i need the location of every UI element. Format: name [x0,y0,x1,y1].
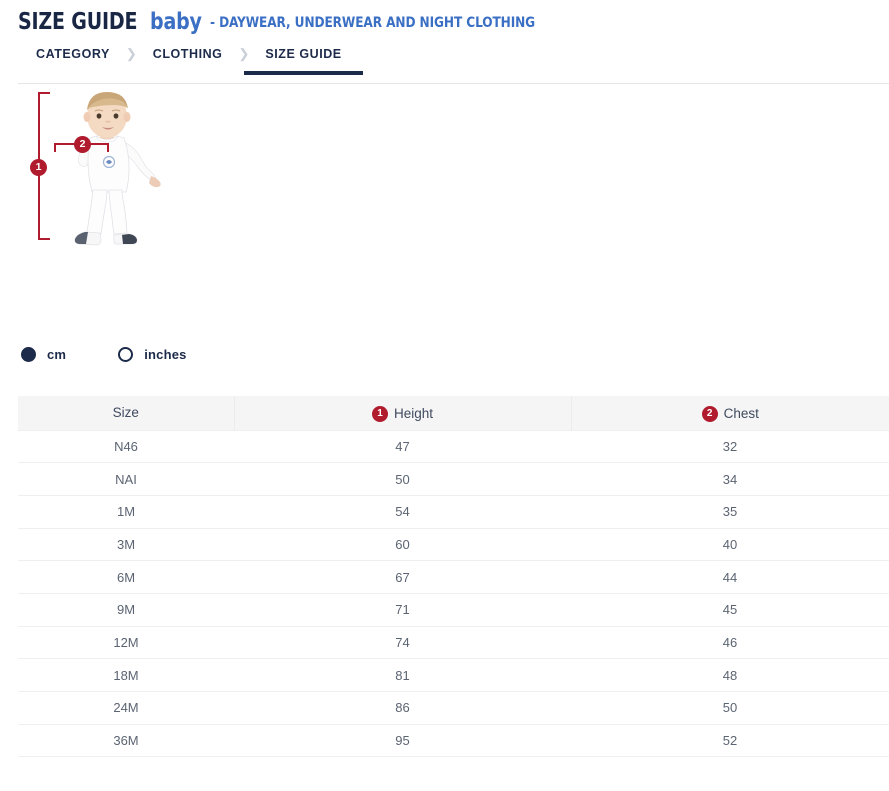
cell-chest: 34 [571,463,889,496]
table-row: NAI 50 34 [18,463,889,496]
unit-option-inches[interactable]: inches [118,347,186,362]
size-table-head: Size 1 Height 2 Chest [18,396,889,430]
cell-size: NAI [18,463,234,496]
size-table: Size 1 Height 2 Chest [18,396,889,757]
breadcrumb-list: CATEGORY ❯ CLOTHING ❯ SIZE GUIDE [0,48,889,84]
table-row: 6M 67 44 [18,561,889,594]
table-row: 9M 71 45 [18,593,889,626]
cell-chest: 45 [571,593,889,626]
cell-height: 67 [234,561,571,594]
table-row: 12M 74 46 [18,626,889,659]
unit-option-cm-label: cm [47,347,66,362]
column-header-chest: 2 Chest [571,396,889,430]
table-row: N46 47 32 [18,430,889,463]
cell-size: 12M [18,626,234,659]
cell-chest: 46 [571,626,889,659]
page-title-description: - DAYWEAR, UNDERWEAR AND NIGHT CLOTHING [210,16,535,31]
cell-size: 36M [18,724,234,757]
column-header-size-label: Size [113,406,139,420]
radio-inches-icon[interactable] [118,347,133,362]
radio-cm-icon[interactable] [21,347,36,362]
unit-option-inches-label: inches [144,347,186,362]
cell-height: 54 [234,495,571,528]
cell-height: 86 [234,692,571,725]
cell-chest: 40 [571,528,889,561]
chevron-right-icon: ❯ [238,47,249,60]
chest-badge-icon: 2 [702,406,718,422]
cell-size: N46 [18,430,234,463]
column-header-height: 1 Height [234,396,571,430]
cell-size: 18M [18,659,234,692]
baby-illustration [52,92,168,252]
cell-size: 1M [18,495,234,528]
measurement-figure: 1 2 [0,84,889,342]
height-marker-badge: 1 [30,159,47,176]
breadcrumb-item-size-guide[interactable]: SIZE GUIDE [265,48,341,75]
cell-chest: 32 [571,430,889,463]
column-header-chest-label: Chest [724,407,759,421]
cell-size: 9M [18,593,234,626]
chest-marker-badge: 2 [74,136,91,153]
figure-inner: 1 2 [28,92,168,262]
size-guide-page: SIZE GUIDE baby - DAYWEAR, UNDERWEAR AND N… [0,0,889,791]
cell-height: 47 [234,430,571,463]
column-header-height-label: Height [394,407,433,421]
table-row: 18M 81 48 [18,659,889,692]
chevron-right-icon: ❯ [126,47,137,60]
breadcrumb-item-category[interactable]: CATEGORY [36,48,110,75]
column-header-size: Size [18,396,234,430]
table-row: 3M 60 40 [18,528,889,561]
page-header: SIZE GUIDE baby - DAYWEAR, UNDERWEAR AND N… [0,0,889,34]
page-title-highlight: baby [150,11,202,34]
table-row: 24M 86 50 [18,692,889,725]
cell-chest: 44 [571,561,889,594]
chest-measure-cap-right [107,143,109,152]
cell-chest: 35 [571,495,889,528]
cell-height: 81 [234,659,571,692]
chest-measure-cap-left [54,143,56,152]
cell-height: 95 [234,724,571,757]
height-badge-icon: 1 [372,406,388,422]
page-title-main: SIZE GUIDE [18,11,137,34]
table-row: 1M 54 35 [18,495,889,528]
height-measure-cap-bottom [38,238,50,240]
table-header-row: Size 1 Height 2 Chest [18,396,889,430]
size-table-body: N46 47 32 NAI 50 34 1M 54 35 3M 60 4 [18,430,889,757]
breadcrumb-item-clothing[interactable]: CLOTHING [153,48,223,75]
cell-chest: 48 [571,659,889,692]
unit-option-cm[interactable]: cm [21,347,66,362]
units-radio-group: cm inches [0,340,889,368]
size-table-container: Size 1 Height 2 Chest [0,396,889,757]
cell-size: 6M [18,561,234,594]
cell-chest: 50 [571,692,889,725]
cell-height: 50 [234,463,571,496]
page-title: SIZE GUIDE baby - DAYWEAR, UNDERWEAR AND N… [18,11,889,34]
table-row: 36M 95 52 [18,724,889,757]
cell-chest: 52 [571,724,889,757]
height-measure-cap-top [38,92,50,94]
cell-height: 74 [234,626,571,659]
cell-size: 3M [18,528,234,561]
cell-height: 60 [234,528,571,561]
cell-size: 24M [18,692,234,725]
breadcrumb: CATEGORY ❯ CLOTHING ❯ SIZE GUIDE [0,48,889,84]
cell-height: 71 [234,593,571,626]
